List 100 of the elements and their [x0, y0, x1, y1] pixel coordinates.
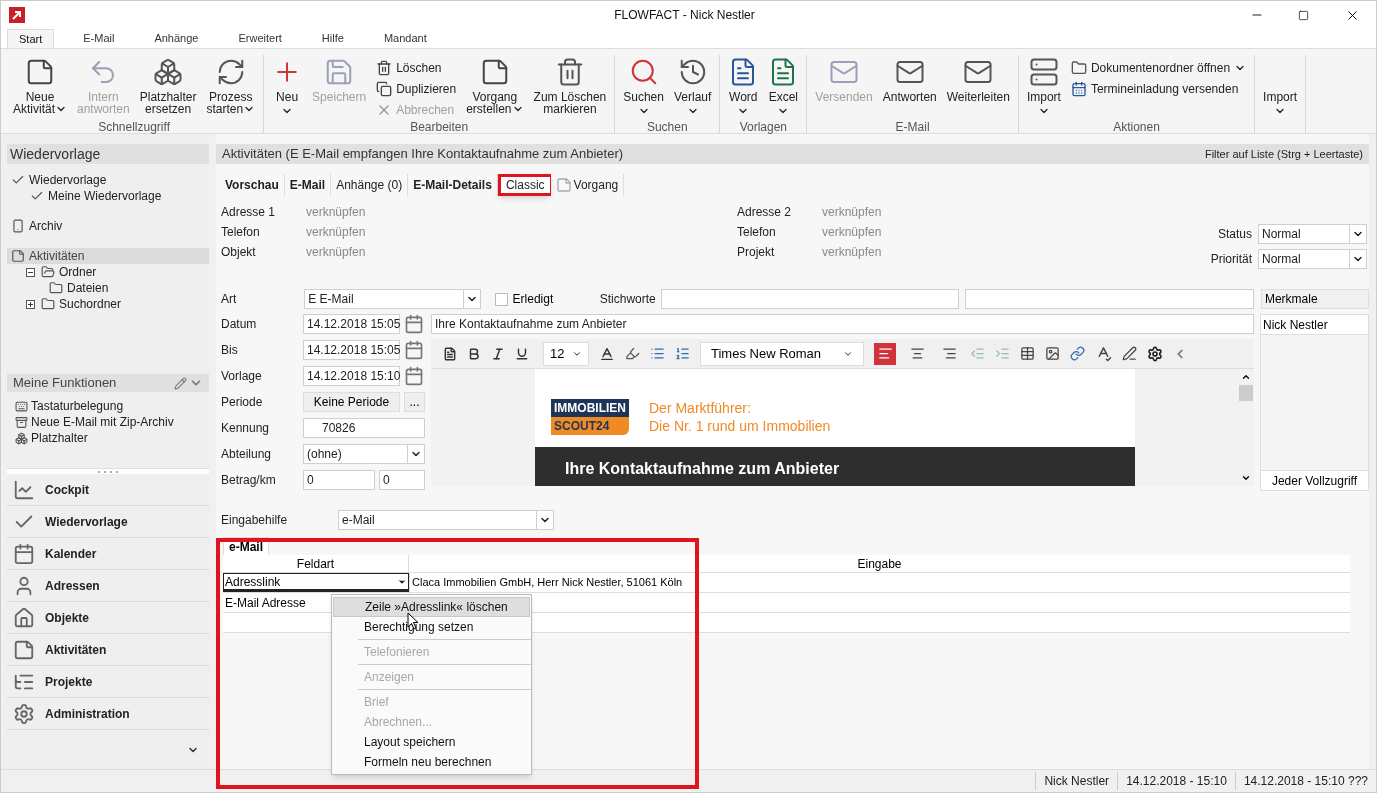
font-field[interactable]: Times New Roman — [700, 341, 864, 366]
checkbox[interactable] — [494, 292, 508, 306]
tree-item[interactable]: Dateien — [7, 280, 209, 296]
dropdown-field[interactable]: E E-Mail — [304, 289, 481, 309]
tree-item[interactable]: Ordner — [7, 264, 209, 280]
bullet-list-icon[interactable] — [650, 346, 665, 361]
more-button[interactable]: ... — [404, 392, 425, 412]
highlight-icon[interactable] — [625, 346, 640, 361]
calendar-icon[interactable] — [404, 366, 424, 386]
tree-item[interactable]: Wiedervorlage — [7, 172, 209, 188]
input-field[interactable]: 0 — [303, 470, 375, 490]
table-icon[interactable] — [1020, 346, 1035, 361]
underline-icon[interactable] — [515, 346, 529, 361]
tab[interactable]: Vorgang — [550, 174, 625, 196]
dropdown-field[interactable]: e-Mail — [338, 510, 554, 530]
ribbon-tab[interactable]: Erweitert — [227, 29, 293, 48]
ribbon-button[interactable]: Neu — [268, 55, 307, 121]
keywords-field[interactable] — [964, 289, 1254, 309]
tab[interactable]: Classic — [497, 174, 551, 196]
scroll-thumb[interactable] — [1239, 384, 1253, 401]
italic-icon[interactable] — [491, 346, 505, 361]
function-item[interactable]: Platzhalter — [7, 430, 209, 446]
ribbon-group-label: Vorlagen — [739, 121, 787, 133]
tab[interactable]: Vorschau — [220, 174, 285, 196]
ribbon-tab[interactable]: Anhänge — [143, 29, 210, 48]
nav-button[interactable]: Administration — [7, 698, 209, 730]
ribbon-button[interactable]: Vorgang erstellen — [462, 55, 528, 121]
function-item[interactable]: Neue E-Mail mit Zip-Archiv — [7, 414, 209, 430]
ribbon-group-label: Bearbeiten — [410, 121, 469, 133]
ribbon-button[interactable]: Antworten — [878, 55, 941, 121]
ribbon-button[interactable]: Platzhalter ersetzen — [135, 55, 201, 121]
expand-icon[interactable] — [26, 299, 35, 309]
calendar-icon[interactable] — [404, 314, 424, 334]
ribbon-tab[interactable]: Mandant — [372, 29, 438, 48]
ribbon-small-button[interactable]: Löschen — [372, 57, 461, 78]
ribbon-button[interactable]: Import — [1259, 55, 1302, 121]
collapse-icon[interactable] — [26, 267, 35, 277]
tree-item[interactable]: Suchordner — [7, 296, 209, 312]
edit-icon[interactable] — [174, 376, 187, 390]
tree-item[interactable]: Meine Wiedervorlage — [7, 188, 209, 204]
nav-button[interactable]: Adressen — [7, 570, 209, 602]
menu-item[interactable]: Zeile »Adresslink« löschen — [333, 597, 530, 617]
image-icon[interactable] — [1045, 346, 1060, 361]
ribbon-button[interactable]: Neue Aktivität — [9, 55, 71, 121]
ribbon-tab[interactable]: Hilfe — [310, 29, 355, 48]
dropdown-field[interactable]: Normal — [1258, 224, 1367, 244]
column-header[interactable]: Feldart — [223, 555, 409, 572]
numbered-list-icon[interactable] — [675, 346, 690, 361]
nav-button[interactable]: Objekte — [7, 602, 209, 634]
ribbon-small-button[interactable]: Dokumentenordner öffnen — [1066, 57, 1251, 78]
ribbon-button[interactable]: Import — [1022, 55, 1065, 121]
input-field[interactable]: 14.12.2018 15:05 — [303, 314, 400, 334]
tab[interactable]: Anhänge (0) — [331, 174, 409, 196]
input-field[interactable]: 14.12.2018 15:10 — [303, 366, 400, 386]
function-item[interactable]: Tastaturbelegung — [7, 398, 209, 414]
menu-item[interactable]: Formeln neu berechnen — [333, 752, 530, 772]
dropdown-field[interactable]: Normal — [1258, 249, 1367, 269]
pen-icon[interactable] — [1122, 346, 1137, 361]
ribbon-small-button[interactable]: Duplizieren — [372, 78, 461, 99]
input-field[interactable]: 70826 — [303, 418, 425, 438]
tree-item[interactable]: Archiv — [7, 218, 209, 234]
ribbon-button[interactable]: Word — [724, 55, 763, 121]
align-left-icon[interactable] — [874, 342, 896, 365]
menu-item[interactable]: Berechtigung setzen — [333, 617, 530, 637]
grip-icon[interactable] — [98, 470, 118, 473]
ribbon-button[interactable]: Zum Löschen markieren — [529, 55, 611, 121]
nav-button[interactable]: Projekte — [7, 666, 209, 698]
nav-button[interactable]: Kalender — [7, 538, 209, 570]
keywords-field[interactable] — [661, 289, 959, 309]
subject-field[interactable]: Ihre Kontaktaufnahme zum Anbieter — [431, 314, 1254, 334]
scroll-up-icon[interactable] — [1241, 372, 1251, 382]
column-header[interactable]: Eingabe — [409, 555, 1350, 572]
tab[interactable]: E-Mail — [284, 174, 332, 196]
list-item[interactable]: Nick Nestler — [1261, 315, 1368, 335]
bold-icon[interactable] — [467, 346, 481, 361]
maximize-icon[interactable] — [1298, 9, 1309, 21]
nav-button[interactable]: Aktivitäten — [7, 634, 209, 666]
ribbon-button[interactable]: Prozess starten — [202, 55, 260, 121]
ribbon-small-button[interactable]: Termineinladung versenden — [1066, 78, 1251, 99]
menu-item[interactable]: Layout speichern — [333, 732, 530, 752]
period-button[interactable]: Keine Periode — [303, 392, 400, 412]
input-field[interactable]: 0 — [379, 470, 425, 490]
ribbon-button[interactable]: Verlauf — [669, 55, 716, 121]
ribbon-button[interactable]: Suchen — [619, 55, 668, 121]
tree-item[interactable]: Aktivitäten — [7, 248, 209, 264]
scroll-down-icon[interactable] — [1241, 473, 1251, 483]
nav-button[interactable]: Cockpit — [7, 474, 209, 506]
ribbon-tab[interactable]: Start — [7, 29, 55, 48]
ribbon-tab[interactable]: E-Mail — [72, 29, 126, 48]
tab[interactable]: E-Mail-Details — [408, 174, 498, 196]
nav-button[interactable]: Wiedervorlage — [7, 506, 209, 538]
dropdown-field[interactable]: (ohne) — [303, 444, 425, 464]
text-color-icon[interactable] — [599, 345, 615, 362]
input-field[interactable]: 14.12.2018 15:05 — [303, 340, 400, 360]
calendar-icon[interactable] — [404, 340, 424, 360]
font-size-field[interactable]: 12 — [543, 341, 589, 366]
settings-icon[interactable] — [1147, 345, 1163, 362]
link-icon[interactable] — [1070, 346, 1085, 361]
ribbon-button[interactable]: Excel — [764, 55, 803, 121]
ribbon-button[interactable]: Weiterleiten — [942, 55, 1014, 121]
